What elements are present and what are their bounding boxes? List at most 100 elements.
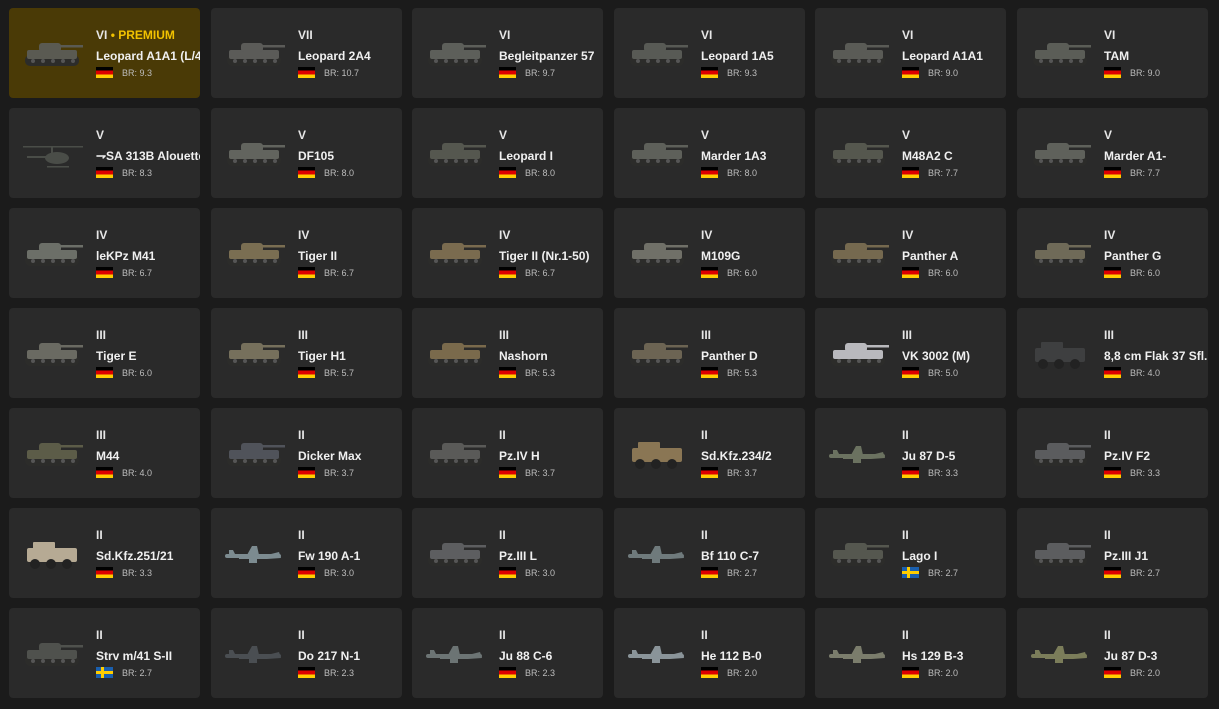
germany-flag-icon	[298, 267, 315, 278]
germany-flag-icon	[499, 667, 516, 678]
vehicle-card-marder-1a3[interactable]: V Marder 1A3 BR: 8.0	[614, 108, 805, 198]
vehicle-name: He 112 B-0	[701, 649, 762, 663]
tank-icon	[1025, 428, 1095, 478]
vehicle-card-ju-87-d-3[interactable]: II Ju 87 D-3 BR: 2.0	[1017, 608, 1208, 698]
vehicle-rank: II	[902, 628, 909, 642]
vehicle-card-sa-313b-alouette-ii[interactable]: V ⇁SA 313B Alouette II BR: 8.3	[9, 108, 200, 198]
vehicle-card-hs-129-b-3[interactable]: II Hs 129 B-3 BR: 2.0	[815, 608, 1006, 698]
vehicle-name: Leopard 1A5	[701, 49, 774, 63]
battle-rating: BR: 4.0	[1130, 367, 1161, 378]
vehicle-card-m44[interactable]: III M44 BR: 4.0	[9, 408, 200, 498]
tank-icon	[823, 328, 893, 378]
vehicle-card-8-8-cm-flak-37-sfl[interactable]: III 8,8 cm Flak 37 Sfl. BR: 4.0	[1017, 308, 1208, 398]
vehicle-card-lekpz-m41[interactable]: IV leKPz M41 BR: 6.7	[9, 208, 200, 298]
vehicle-card-he-112-b-0[interactable]: II He 112 B-0 BR: 2.0	[614, 608, 805, 698]
plane-icon	[622, 528, 692, 578]
vehicle-name: TAM	[1104, 49, 1130, 63]
vehicle-name: Leopard 2A4	[298, 49, 371, 63]
vehicle-card-leopard-a1a1[interactable]: VI Leopard A1A1 BR: 9.0	[815, 8, 1006, 98]
vehicle-card-leopard-2a4[interactable]: VII Leopard 2A4 BR: 10.7	[211, 8, 402, 98]
vehicle-card-lago-i[interactable]: II Lago I BR: 2.7	[815, 508, 1006, 598]
vehicle-card-bf-110-c-7[interactable]: II Bf 110 C-7 BR: 2.7	[614, 508, 805, 598]
germany-flag-icon	[298, 367, 315, 378]
vehicle-rank: IV	[499, 228, 511, 242]
tank-icon	[17, 228, 87, 278]
vehicle-card-tiger-e[interactable]: III Tiger E BR: 6.0	[9, 308, 200, 398]
battle-rating: BR: 10.7	[324, 67, 360, 78]
tank-icon	[219, 328, 289, 378]
vehicle-card-vk-3002-m[interactable]: III VK 3002 (M) BR: 5.0	[815, 308, 1006, 398]
tank-icon	[219, 128, 289, 178]
vehicle-card-tiger-ii[interactable]: IV Tiger II BR: 6.7	[211, 208, 402, 298]
vehicle-card-leopard-a1a1-l-44[interactable]: VI • PREMIUM Leopard A1A1 (L/44) BR: 9.3	[9, 8, 200, 98]
battle-rating: BR: 6.7	[122, 267, 153, 278]
vehicle-name: leKPz M41	[96, 249, 156, 263]
vehicle-card-ju-87-d-5[interactable]: II Ju 87 D-5 BR: 3.3	[815, 408, 1006, 498]
vehicle-rank: II	[701, 428, 708, 442]
tank-icon	[420, 128, 490, 178]
vehicle-card-panther-d[interactable]: III Panther D BR: 5.3	[614, 308, 805, 398]
vehicle-card-pz-iv-h[interactable]: II Pz.IV H BR: 3.7	[412, 408, 603, 498]
germany-flag-icon	[96, 467, 113, 478]
vehicle-card-do-217-n-1[interactable]: II Do 217 N-1 BR: 2.3	[211, 608, 402, 698]
vehicle-rank: V	[499, 128, 508, 142]
vehicle-card-pz-iii-l[interactable]: II Pz.III L BR: 3.0	[412, 508, 603, 598]
tank-icon	[823, 528, 893, 578]
vehicle-card-dicker-max[interactable]: II Dicker Max BR: 3.7	[211, 408, 402, 498]
vehicle-card-pz-iii-j1[interactable]: II Pz.III J1 BR: 2.7	[1017, 508, 1208, 598]
vehicle-name: Marder 1A3	[701, 149, 767, 163]
germany-flag-icon	[902, 267, 919, 278]
tank-icon	[622, 28, 692, 78]
tank-icon	[823, 28, 893, 78]
vehicle-card-tiger-h1[interactable]: III Tiger H1 BR: 5.7	[211, 308, 402, 398]
battle-rating: BR: 5.7	[324, 367, 355, 378]
battle-rating: BR: 3.3	[1130, 467, 1161, 478]
vehicle-name: M44	[96, 449, 120, 463]
battle-rating: BR: 9.7	[525, 67, 556, 78]
tank-icon	[622, 228, 692, 278]
vehicle-card-begleitpanzer-57[interactable]: VI Begleitpanzer 57 BR: 9.7	[412, 8, 603, 98]
germany-flag-icon	[499, 467, 516, 478]
vehicle-name: Leopard A1A1	[902, 49, 983, 63]
vehicle-card-fw-190-a-1[interactable]: II Fw 190 A-1 BR: 3.0	[211, 508, 402, 598]
germany-flag-icon	[902, 367, 919, 378]
germany-flag-icon	[1104, 467, 1121, 478]
vehicle-card-tiger-ii-nr-1-50[interactable]: IV Tiger II (Nr.1-50) BR: 6.7	[412, 208, 603, 298]
vehicle-card-panther-g[interactable]: IV Panther G BR: 6.0	[1017, 208, 1208, 298]
vehicle-card-m109g[interactable]: IV M109G BR: 6.0	[614, 208, 805, 298]
vehicle-name: Strv m/41 S-II	[96, 649, 173, 663]
vehicle-name: Panther A	[902, 249, 959, 263]
vehicle-card-sd-kfz-251-21[interactable]: II Sd.Kfz.251/21 BR: 3.3	[9, 508, 200, 598]
germany-flag-icon	[902, 167, 919, 178]
battle-rating: BR: 9.3	[727, 67, 758, 78]
vehicle-card-df105[interactable]: V DF105 BR: 8.0	[211, 108, 402, 198]
tank-icon	[1025, 528, 1095, 578]
vehicle-rank: VII	[298, 28, 313, 42]
vehicle-name: Pz.III J1	[1104, 549, 1149, 563]
germany-flag-icon	[701, 67, 718, 78]
battle-rating: BR: 2.3	[525, 667, 556, 678]
vehicle-card-pz-iv-f2[interactable]: II Pz.IV F2 BR: 3.3	[1017, 408, 1208, 498]
germany-flag-icon	[298, 667, 315, 678]
vehicle-card-strv-m-41-s-ii[interactable]: II Strv m/41 S-II BR: 2.7	[9, 608, 200, 698]
vehicle-rank: VI	[499, 28, 511, 42]
vehicle-card-tam[interactable]: VI TAM BR: 9.0	[1017, 8, 1208, 98]
battle-rating: BR: 3.0	[525, 567, 556, 578]
vehicle-card-leopard-i[interactable]: V Leopard I BR: 8.0	[412, 108, 603, 198]
vehicle-rank: II	[499, 428, 506, 442]
vehicle-card-ju-88-c-6[interactable]: II Ju 88 C-6 BR: 2.3	[412, 608, 603, 698]
battle-rating: BR: 9.3	[122, 67, 153, 78]
battle-rating: BR: 9.0	[1130, 67, 1161, 78]
battle-rating: BR: 2.7	[1130, 567, 1161, 578]
vehicle-card-leopard-1a5[interactable]: VI Leopard 1A5 BR: 9.3	[614, 8, 805, 98]
germany-flag-icon	[96, 67, 113, 78]
vehicle-card-nashorn[interactable]: III Nashorn BR: 5.3	[412, 308, 603, 398]
plane-icon	[219, 528, 289, 578]
vehicle-card-marder-a1[interactable]: V Marder A1- BR: 7.7	[1017, 108, 1208, 198]
tank-icon	[420, 28, 490, 78]
germany-flag-icon	[1104, 267, 1121, 278]
vehicle-name: Panther D	[701, 349, 758, 363]
vehicle-card-sd-kfz-234-2[interactable]: II Sd.Kfz.234/2 BR: 3.7	[614, 408, 805, 498]
vehicle-card-panther-a[interactable]: IV Panther A BR: 6.0	[815, 208, 1006, 298]
vehicle-card-m48a2-c[interactable]: V M48A2 C BR: 7.7	[815, 108, 1006, 198]
